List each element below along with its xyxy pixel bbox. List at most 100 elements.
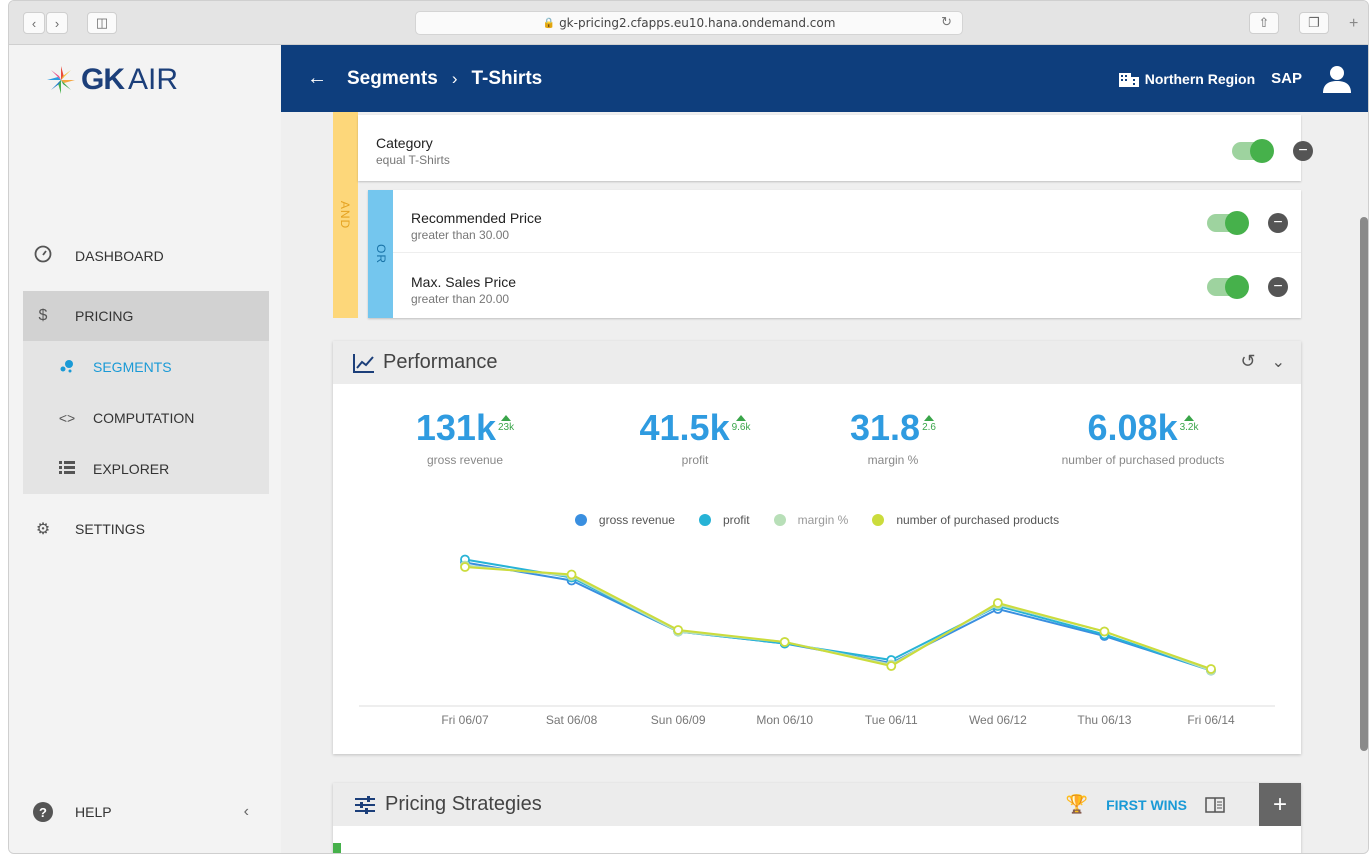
nav-dashboard[interactable]: DASHBOARD	[23, 231, 269, 281]
nav-pricing-label: PRICING	[75, 308, 134, 324]
breadcrumb-segments[interactable]: Segments	[347, 68, 438, 90]
logo-star-icon	[47, 66, 75, 94]
nav-help-label: HELP	[75, 804, 112, 820]
nav-settings[interactable]: ⚙ SETTINGS	[23, 504, 269, 554]
region-selector[interactable]: Northern Region	[1145, 71, 1255, 87]
data-point[interactable]	[886, 661, 897, 671]
x-tick-label: Fri 06/07	[441, 713, 489, 727]
kpi-purchased-products: 6.08k 3.2k number of purchased products	[1023, 407, 1263, 467]
breadcrumb-chevron-icon: ›	[451, 68, 458, 88]
back-arrow-icon[interactable]: ←	[307, 67, 327, 90]
condition-toggle[interactable]	[1207, 211, 1249, 235]
data-point[interactable]	[1206, 664, 1216, 674]
remove-condition-button[interactable]: −	[1293, 141, 1313, 161]
or-group: OR Recommended Price greater than 30.00 …	[368, 190, 1301, 318]
x-tick-label: Tue 06/11	[865, 713, 918, 727]
kpi-value: 131k	[415, 407, 496, 448]
history-icon[interactable]: ↺	[1241, 351, 1256, 372]
condition-subtitle: greater than 20.00	[411, 292, 510, 306]
data-point[interactable]	[779, 637, 790, 647]
reload-icon[interactable]: ↻	[941, 15, 952, 30]
scrollbar[interactable]	[1360, 217, 1368, 751]
forward-icon[interactable]: ›	[46, 12, 68, 34]
legend-dot	[574, 514, 587, 526]
condition-toggle[interactable]	[1207, 275, 1249, 299]
data-point[interactable]	[1099, 626, 1110, 637]
data-point[interactable]	[673, 625, 684, 635]
pricing-strategies-title: Pricing Strategies	[385, 793, 542, 815]
legend-profit[interactable]: profit	[698, 513, 750, 527]
legend-dot	[773, 514, 786, 526]
x-tick-label: Thu 06/13	[1077, 713, 1131, 727]
gauge-icon	[33, 245, 53, 268]
legend-label: margin %	[797, 513, 849, 527]
legend-gross-revenue[interactable]: gross revenue	[574, 513, 675, 527]
nav-segments-label: SEGMENTS	[93, 359, 172, 375]
legend-margin[interactable]: margin %	[773, 513, 849, 527]
kpi-gross-revenue: 131k 23k gross revenue	[345, 407, 585, 467]
kpi-margin: 31.8 2.6 margin %	[773, 407, 1013, 467]
chevron-down-icon[interactable]: ⌄	[1272, 352, 1285, 372]
data-point[interactable]	[566, 569, 577, 580]
url-bar[interactable]: 🔒 gk-pricing2.cfapps.eu10.hana.ondemand.…	[415, 11, 963, 35]
remove-condition-button[interactable]: −	[1268, 213, 1288, 233]
nav-dashboard-label: DASHBOARD	[75, 248, 164, 264]
app-header: ← Segments › T-Shirts Northern Region SA…	[281, 45, 1368, 112]
nav-pricing[interactable]: $ PRICING	[23, 291, 269, 341]
nav-help[interactable]: ? HELP ‹	[23, 787, 269, 837]
breadcrumb-current: T-Shirts	[471, 67, 543, 89]
sidebar: GK AIR DASHBOARD $ PRICING SEGMENTS <> C…	[9, 45, 281, 853]
kpi-value: 41.5k	[639, 407, 730, 448]
pricing-strategies-tools: 🏆 FIRST WINS	[1066, 783, 1225, 826]
browser-toolbar: ‹ › ◫ 🔒 gk-pricing2.cfapps.eu10.hana.ond…	[9, 1, 1368, 45]
nav-segments[interactable]: SEGMENTS	[23, 342, 269, 392]
kpi-delta-value: 23k	[497, 422, 515, 433]
data-point[interactable]	[460, 562, 470, 572]
segment-conditions: AND Category equal T-Shirts − OR Recomme…	[333, 112, 1313, 318]
kpi-label: gross revenue	[426, 453, 504, 467]
new-tab-icon[interactable]: +	[1349, 15, 1358, 33]
tabs-icon[interactable]: ❐	[1299, 12, 1329, 34]
or-operator[interactable]: OR	[368, 190, 393, 318]
up-arrow-icon	[924, 415, 935, 421]
nav-computation[interactable]: <> COMPUTATION	[23, 393, 269, 443]
collapse-sidebar-icon[interactable]: ‹	[244, 803, 249, 821]
strategy-mode-button[interactable]: FIRST WINS	[1106, 797, 1187, 813]
trophy-icon: 🏆	[1065, 794, 1089, 814]
performance-header[interactable]: Performance ↺ ⌄	[333, 341, 1301, 384]
nav-explorer[interactable]: EXPLORER	[23, 444, 269, 494]
and-operator[interactable]: AND	[333, 112, 358, 318]
data-point[interactable]	[992, 598, 1003, 608]
condition-row-recommended-price: Recommended Price greater than 30.00 −	[393, 190, 1301, 253]
book-icon[interactable]	[1205, 796, 1225, 813]
logo[interactable]: GK AIR	[45, 63, 178, 97]
up-arrow-icon	[736, 415, 747, 421]
kpi-label: number of purchased products	[1061, 453, 1225, 467]
condition-title: Max. Sales Price	[411, 274, 517, 290]
gear-icon: ⚙	[35, 521, 51, 538]
condition-toggle[interactable]	[1232, 139, 1274, 163]
user-icon[interactable]	[1322, 64, 1352, 94]
share-icon[interactable]: ⇧	[1249, 12, 1279, 34]
chart-legend: gross revenue profit margin % number of …	[333, 513, 1301, 527]
remove-condition-button[interactable]: −	[1268, 277, 1288, 297]
condition-subtitle: greater than 30.00	[411, 228, 510, 242]
kpi-delta-value: 9.6k	[731, 422, 751, 433]
legend-purchased-products[interactable]: number of purchased products	[872, 513, 1059, 527]
x-tick-label: Fri 06/14	[1187, 713, 1235, 727]
performance-chart: Fri 06/07 Sat 06/08 Sun 06/09 Mon 06/10 Tue …	[359, 554, 1275, 727]
add-strategy-button[interactable]: +	[1259, 783, 1301, 826]
pricing-strategies-header: Pricing Strategies 🏆 FIRST WINS +	[333, 783, 1301, 826]
x-tick-label: Wed 06/12	[969, 713, 1027, 727]
sidebar-toggle-icon[interactable]: ◫	[87, 12, 117, 34]
condition-title: Recommended Price	[411, 210, 542, 226]
condition-title: Category	[376, 135, 433, 151]
main-content: AND Category equal T-Shirts − OR Recomme…	[281, 112, 1368, 853]
back-icon[interactable]: ‹	[23, 12, 45, 34]
help-icon: ?	[33, 802, 53, 822]
kpi-value: 6.08k	[1087, 407, 1178, 448]
dollar-icon: $	[38, 307, 48, 324]
legend-label: number of purchased products	[896, 513, 1060, 527]
x-tick-label: Sat 06/08	[546, 713, 598, 727]
and-label: AND	[338, 200, 353, 230]
